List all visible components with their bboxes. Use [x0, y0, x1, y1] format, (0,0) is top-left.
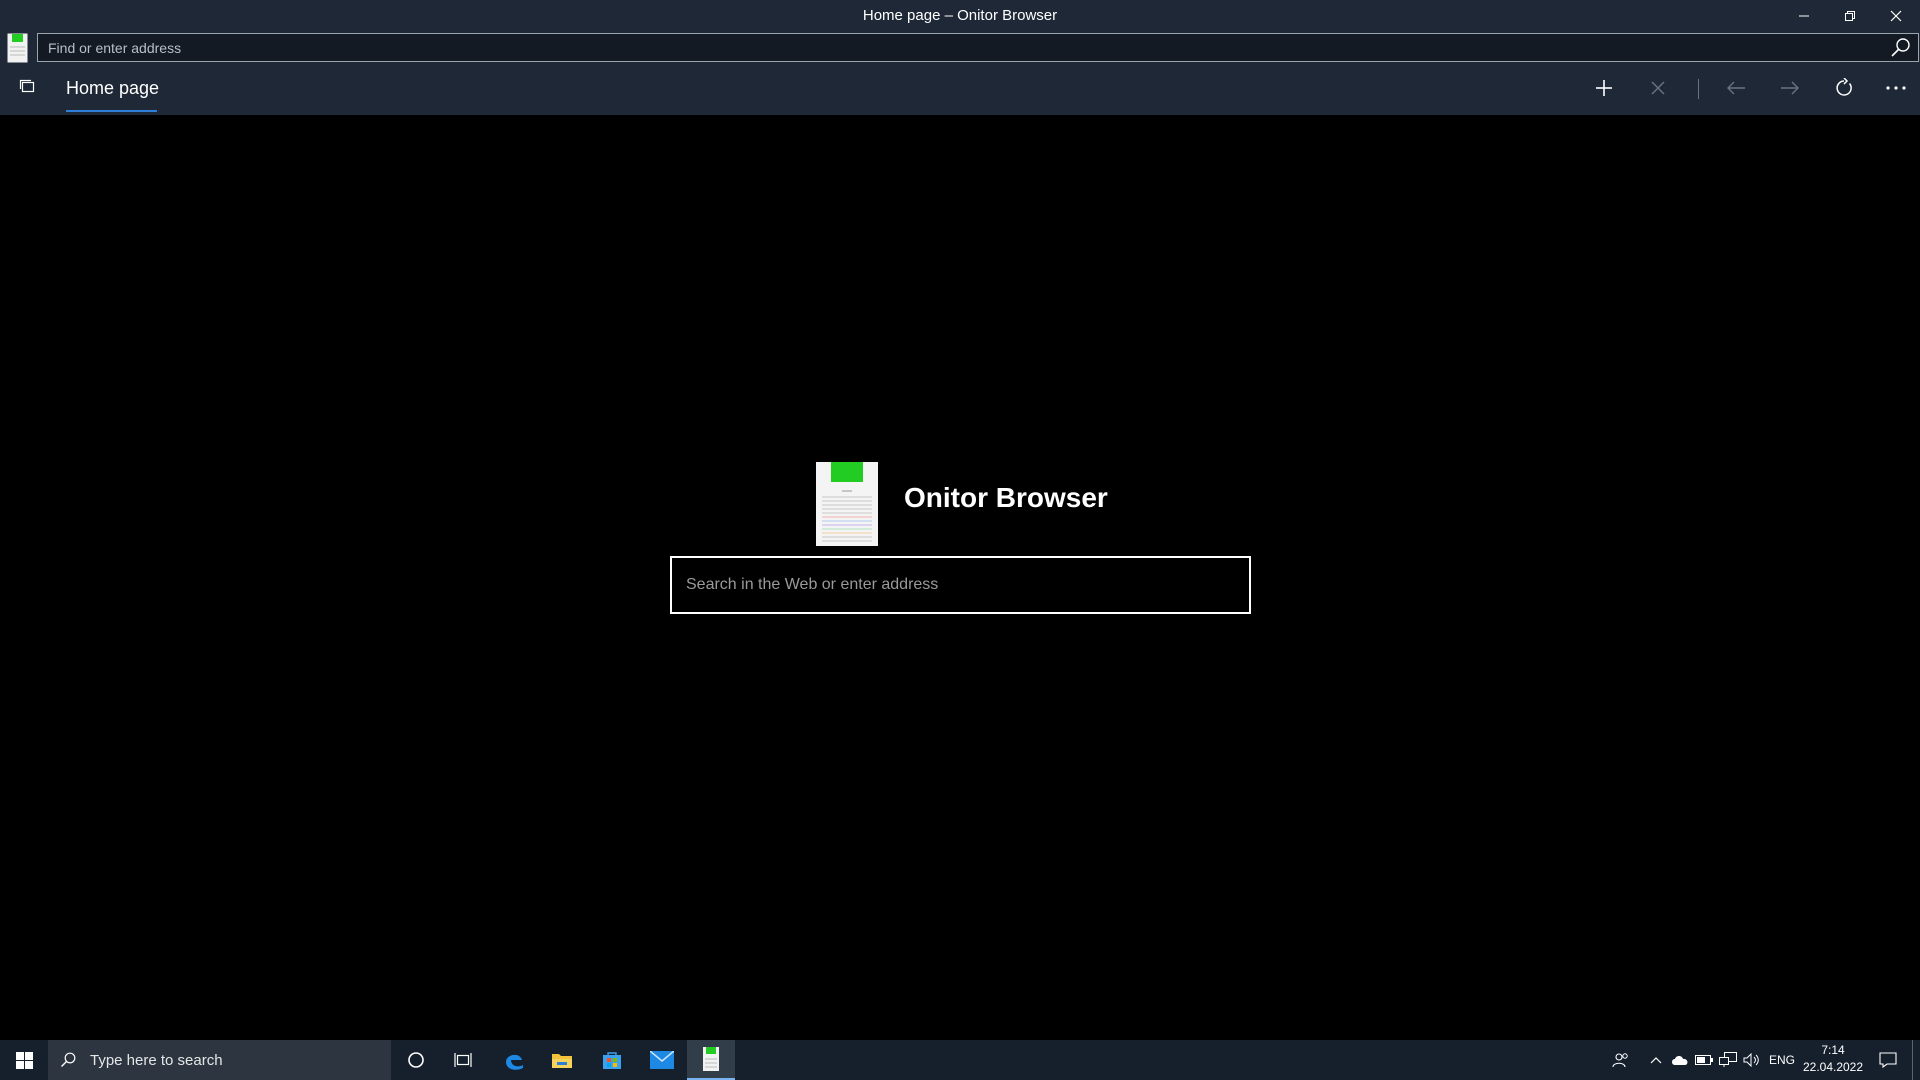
- network-button[interactable]: [1716, 1040, 1740, 1080]
- more-icon: [1885, 85, 1907, 91]
- task-view-icon: [454, 1051, 474, 1069]
- mail-button[interactable]: [638, 1040, 686, 1080]
- tab-label: Home page: [66, 78, 160, 98]
- taskbar-search-box[interactable]: Type here to search: [48, 1040, 391, 1080]
- tab-home-page[interactable]: Home page: [66, 76, 159, 112]
- file-explorer-icon: [551, 1051, 573, 1069]
- taskbar-search-icon: [60, 1052, 76, 1068]
- minimize-icon: [1798, 10, 1810, 22]
- store-icon: [602, 1050, 622, 1070]
- home-search-input[interactable]: Search in the Web or enter address: [670, 556, 1251, 614]
- back-icon: [1726, 80, 1746, 96]
- battery-button[interactable]: [1692, 1040, 1716, 1080]
- taskbar: Type here to search ENG 7:14 22.04.2022: [0, 1040, 1920, 1080]
- input-language-indicator[interactable]: ENG: [1766, 1040, 1798, 1080]
- refresh-button[interactable]: [1826, 74, 1862, 102]
- file-explorer-button[interactable]: [538, 1040, 586, 1080]
- mail-icon: [650, 1051, 674, 1069]
- toolbar-separator: [1698, 79, 1699, 99]
- taskbar-search-placeholder: Type here to search: [90, 1051, 223, 1069]
- action-center-button[interactable]: [1868, 1040, 1908, 1080]
- onitor-browser-icon: [703, 1047, 719, 1071]
- clock[interactable]: 7:14 22.04.2022: [1800, 1042, 1866, 1076]
- back-button[interactable]: [1718, 74, 1754, 102]
- task-view-button[interactable]: [440, 1040, 488, 1080]
- search-icon[interactable]: [1890, 37, 1912, 59]
- start-button[interactable]: [0, 1040, 48, 1080]
- chevron-up-icon: [1650, 1056, 1662, 1064]
- address-input[interactable]: Find or enter address: [37, 33, 1919, 62]
- cortana-icon: [407, 1051, 425, 1069]
- add-tab-icon: [1595, 79, 1613, 97]
- volume-icon: [1743, 1053, 1761, 1067]
- address-bar: Find or enter address: [0, 32, 1920, 66]
- close-window-button[interactable]: [1873, 0, 1919, 32]
- onedrive-button[interactable]: [1668, 1040, 1692, 1080]
- volume-button[interactable]: [1740, 1040, 1764, 1080]
- minimize-button[interactable]: [1781, 0, 1827, 32]
- window-title: Home page – Onitor Browser: [862, 7, 1058, 24]
- tabs-overview-icon[interactable]: [18, 78, 36, 96]
- close-tab-button[interactable]: [1640, 74, 1676, 102]
- onitor-browser-taskbar-button[interactable]: [687, 1040, 735, 1080]
- people-icon: [1612, 1052, 1630, 1068]
- store-button[interactable]: [588, 1040, 636, 1080]
- cortana-button[interactable]: [392, 1040, 440, 1080]
- edge-icon: [503, 1049, 525, 1071]
- notification-icon: [1879, 1052, 1897, 1068]
- active-tab-indicator: [66, 110, 157, 112]
- onitor-logo: [816, 462, 878, 546]
- close-icon: [1890, 10, 1902, 22]
- edge-button[interactable]: [490, 1040, 538, 1080]
- clock-time: 7:14: [1821, 1043, 1845, 1057]
- home-search-placeholder: Search in the Web or enter address: [686, 576, 939, 593]
- forward-icon: [1780, 80, 1800, 96]
- show-desktop-button[interactable]: [1912, 1040, 1920, 1080]
- refresh-icon: [1834, 78, 1854, 98]
- restore-icon: [1844, 10, 1856, 22]
- cloud-icon: [1671, 1054, 1689, 1066]
- address-placeholder: Find or enter address: [48, 39, 182, 56]
- title-bar: Home page – Onitor Browser: [0, 0, 1920, 32]
- brand-name: Onitor Browser: [904, 482, 1108, 513]
- battery-icon: [1695, 1055, 1713, 1065]
- windows-icon: [15, 1051, 33, 1069]
- network-icon: [1719, 1052, 1737, 1068]
- new-tab-button[interactable]: [1586, 74, 1622, 102]
- close-tab-icon: [1651, 81, 1665, 95]
- clock-date: 22.04.2022: [1802, 1060, 1864, 1074]
- forward-button[interactable]: [1772, 74, 1808, 102]
- restore-button[interactable]: [1827, 0, 1873, 32]
- app-logo-icon: [7, 33, 28, 63]
- people-button[interactable]: [1608, 1040, 1634, 1080]
- tab-toolbar: Home page: [0, 66, 1920, 115]
- more-button[interactable]: [1878, 74, 1914, 102]
- show-hidden-icons-button[interactable]: [1644, 1040, 1668, 1080]
